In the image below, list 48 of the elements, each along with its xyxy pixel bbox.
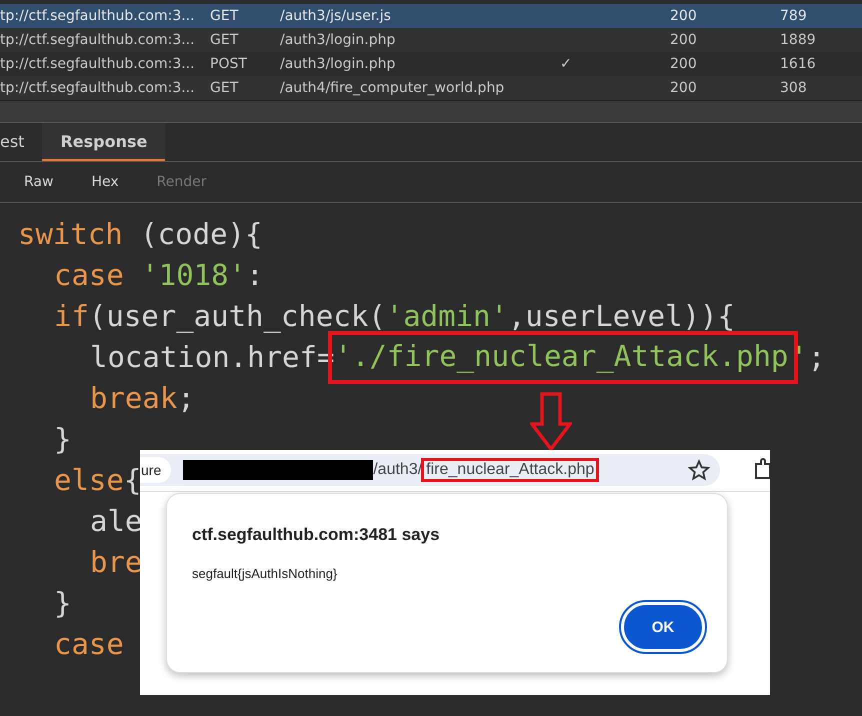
status-cell-text: 200 [670, 8, 698, 24]
code-line: case '1018': [54, 257, 264, 294]
extension-icon[interactable] [754, 458, 770, 480]
path-cell-text: /auth4/fire_computer_world.php [280, 80, 506, 96]
highlighted-code: './fire_nuclear_Attack.php [328, 331, 798, 384]
dialog-message: segfault{jsAuthIsNothing} [192, 566, 338, 581]
length-cell-text: 789 [780, 8, 808, 24]
request-row[interactable]: tp://ctf.segfaulthub.com:3... GET /auth3/js/user.js 200 789 [0, 4, 862, 28]
tab[interactable]: Response [42, 123, 166, 161]
length-cell-text: 308 [780, 80, 808, 96]
status-cell-text: 200 [670, 80, 698, 96]
view-mode-tab[interactable]: Raw [24, 174, 54, 190]
path-cell-text: /auth3/login.php [280, 32, 396, 48]
host-cell-text: tp://ctf.segfaulthub.com:3... [0, 80, 196, 96]
host-cell-text: tp://ctf.segfaulthub.com:3... [0, 56, 196, 72]
code-line: bre [90, 544, 142, 581]
checkmark: ✓ [560, 56, 572, 72]
code-line: else{ [54, 462, 142, 499]
method-cell-text: POST [210, 56, 248, 72]
method-cell-text: GET [210, 32, 240, 48]
ok-button[interactable]: OK [621, 602, 705, 652]
highlighted-url: fire_nuclear_Attack.php [424, 461, 596, 479]
address-bar[interactable]: ure /auth3/ fire_nuclear_Attack.php [140, 454, 720, 486]
path-cell-text: /auth3/login.php [280, 56, 396, 72]
security-chip[interactable]: ure [140, 457, 172, 483]
host-cell-text: tp://ctf.segfaulthub.com:3... [0, 8, 196, 24]
host-cell-text: tp://ctf.segfaulthub.com:3... [0, 32, 196, 48]
status-cell-text: 200 [670, 56, 698, 72]
url-text: /auth3/ [373, 461, 422, 479]
tab[interactable]: est [0, 123, 42, 161]
view-mode-tab[interactable]: Hex [91, 174, 119, 190]
down-arrow-icon [530, 392, 572, 452]
length-cell-text: 1616 [780, 56, 817, 72]
path-cell-text: /auth3/js/user.js [280, 8, 392, 24]
method-cell-text: GET [210, 80, 240, 96]
status-cell-text: 200 [670, 32, 698, 48]
method-cell-text: GET [210, 8, 240, 24]
request-row[interactable]: tp://ctf.segfaulthub.com:3... GET /auth3/login.php 200 1889 [0, 28, 862, 52]
length-cell-text: 1889 [780, 32, 817, 48]
code-line: } [54, 421, 72, 458]
code-line: ale [90, 503, 142, 540]
code-line: break; [90, 380, 195, 417]
code-line: case [54, 626, 124, 663]
star-icon[interactable] [688, 459, 710, 481]
dialog-title: ctf.segfaulthub.com:3481 says [192, 525, 440, 545]
request-row[interactable]: tp://ctf.segfaulthub.com:3... GET /auth4/fire_computer_world.php 200 308 [0, 76, 862, 100]
code-line: switch (code){ [18, 216, 262, 253]
code-line: } [54, 585, 72, 622]
